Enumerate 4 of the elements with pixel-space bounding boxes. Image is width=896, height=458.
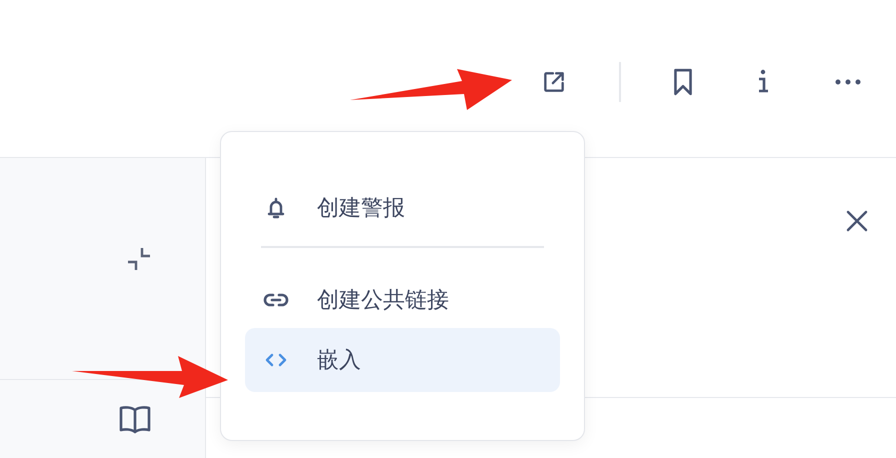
menu-item[interactable]: 嵌入 [245, 328, 560, 392]
menu-item[interactable]: 创建警报 [245, 176, 560, 240]
collapse-icon[interactable] [126, 246, 152, 272]
close-icon[interactable] [844, 208, 870, 234]
